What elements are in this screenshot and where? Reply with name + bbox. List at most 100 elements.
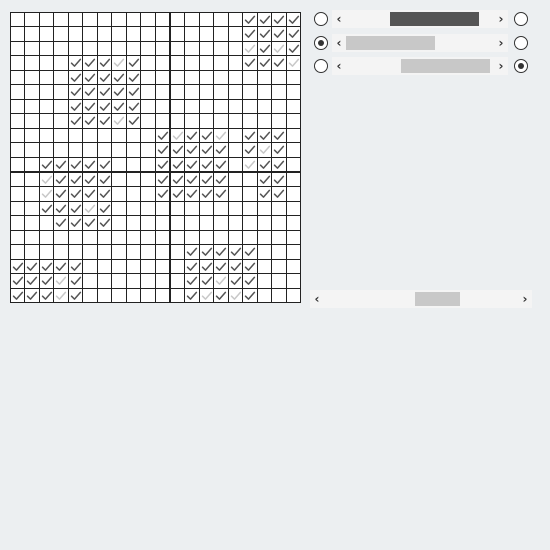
grid-checkbox[interactable] xyxy=(285,287,302,304)
grid-checkbox[interactable] xyxy=(24,244,40,260)
grid-checkbox[interactable] xyxy=(9,200,25,217)
grid-checkbox[interactable] xyxy=(184,215,200,231)
scroll-right-icon[interactable]: › xyxy=(494,34,508,52)
grid-checkbox[interactable] xyxy=(67,98,84,115)
grid-checkbox[interactable] xyxy=(242,287,258,304)
scroll-right-icon[interactable]: › xyxy=(518,290,532,308)
grid-checkbox[interactable] xyxy=(82,273,98,289)
grid-checkbox[interactable] xyxy=(53,26,69,42)
grid-checkbox[interactable] xyxy=(9,142,25,158)
grid-checkbox[interactable] xyxy=(53,40,69,57)
grid-checkbox[interactable] xyxy=(111,287,127,304)
grid-checkbox[interactable] xyxy=(125,229,142,246)
grid-checkbox[interactable] xyxy=(24,40,40,57)
grid-checkbox[interactable] xyxy=(82,186,98,202)
grid-checkbox[interactable] xyxy=(227,215,244,231)
grid-checkbox[interactable] xyxy=(125,142,142,158)
grid-checkbox[interactable] xyxy=(140,215,156,231)
grid-checkbox[interactable] xyxy=(271,26,287,42)
grid-checkbox[interactable] xyxy=(198,98,215,115)
grid-checkbox[interactable] xyxy=(111,69,127,86)
grid-checkbox[interactable] xyxy=(256,215,273,231)
grid-checkbox[interactable] xyxy=(96,244,113,260)
grid-checkbox[interactable] xyxy=(9,258,25,275)
grid-checkbox[interactable] xyxy=(111,142,127,158)
grid-checkbox[interactable] xyxy=(154,98,171,115)
radio-right-1[interactable] xyxy=(514,12,528,26)
grid-checkbox[interactable] xyxy=(198,229,215,246)
grid-checkbox[interactable] xyxy=(24,69,40,86)
grid-checkbox[interactable] xyxy=(111,244,127,260)
grid-checkbox[interactable] xyxy=(96,171,113,188)
grid-checkbox[interactable] xyxy=(154,55,171,71)
grid-checkbox[interactable] xyxy=(24,26,40,42)
grid-checkbox[interactable] xyxy=(169,142,186,158)
grid-checkbox[interactable] xyxy=(169,55,186,71)
grid-checkbox[interactable] xyxy=(96,186,113,202)
grid-checkbox[interactable] xyxy=(9,55,25,71)
grid-checkbox[interactable] xyxy=(24,11,40,27)
grid-checkbox[interactable] xyxy=(125,273,142,289)
grid-checkbox[interactable] xyxy=(67,229,84,246)
grid-checkbox[interactable] xyxy=(154,186,171,202)
grid-checkbox[interactable] xyxy=(96,287,113,304)
grid-checkbox[interactable] xyxy=(111,258,127,275)
grid-checkbox[interactable] xyxy=(125,55,142,71)
grid-checkbox[interactable] xyxy=(213,127,229,144)
grid-checkbox[interactable] xyxy=(96,156,113,173)
grid-checkbox[interactable] xyxy=(213,40,229,57)
grid-checkbox[interactable] xyxy=(125,156,142,173)
grid-checkbox[interactable] xyxy=(9,273,25,289)
grid-checkbox[interactable] xyxy=(227,171,244,188)
grid-checkbox[interactable] xyxy=(53,287,69,304)
grid-checkbox[interactable] xyxy=(9,287,25,304)
grid-checkbox[interactable] xyxy=(227,287,244,304)
grid-checkbox[interactable] xyxy=(96,11,113,27)
grid-checkbox[interactable] xyxy=(213,258,229,275)
grid-checkbox[interactable] xyxy=(285,171,302,188)
horizontal-scrollbar[interactable]: ‹ › xyxy=(310,290,532,308)
grid-checkbox[interactable] xyxy=(271,84,287,100)
grid-checkbox[interactable] xyxy=(169,113,186,129)
grid-checkbox[interactable] xyxy=(125,69,142,86)
grid-checkbox[interactable] xyxy=(67,40,84,57)
grid-checkbox[interactable] xyxy=(111,156,127,173)
grid-checkbox[interactable] xyxy=(9,69,25,86)
grid-checkbox[interactable] xyxy=(53,11,69,27)
grid-checkbox[interactable] xyxy=(140,287,156,304)
grid-checkbox[interactable] xyxy=(38,69,55,86)
grid-checkbox[interactable] xyxy=(53,200,69,217)
grid-checkbox[interactable] xyxy=(96,273,113,289)
grid-checkbox[interactable] xyxy=(169,127,186,144)
grid-checkbox[interactable] xyxy=(38,98,55,115)
grid-checkbox[interactable] xyxy=(271,55,287,71)
grid-checkbox[interactable] xyxy=(242,273,258,289)
grid-checkbox[interactable] xyxy=(271,229,287,246)
grid-checkbox[interactable] xyxy=(227,258,244,275)
grid-checkbox[interactable] xyxy=(67,186,84,202)
grid-checkbox[interactable] xyxy=(169,40,186,57)
grid-checkbox[interactable] xyxy=(256,186,273,202)
grid-checkbox[interactable] xyxy=(82,229,98,246)
scroll-left-icon[interactable]: ‹ xyxy=(332,34,346,52)
grid-checkbox[interactable] xyxy=(227,11,244,27)
grid-checkbox[interactable] xyxy=(111,200,127,217)
grid-checkbox[interactable] xyxy=(227,273,244,289)
radio-left-1[interactable] xyxy=(314,12,328,26)
grid-checkbox[interactable] xyxy=(53,156,69,173)
grid-checkbox[interactable] xyxy=(125,26,142,42)
grid-checkbox[interactable] xyxy=(111,229,127,246)
grid-checkbox[interactable] xyxy=(38,244,55,260)
grid-checkbox[interactable] xyxy=(9,244,25,260)
grid-checkbox[interactable] xyxy=(271,127,287,144)
grid-checkbox[interactable] xyxy=(38,55,55,71)
grid-checkbox[interactable] xyxy=(67,171,84,188)
grid-checkbox[interactable] xyxy=(24,200,40,217)
grid-checkbox[interactable] xyxy=(111,171,127,188)
grid-checkbox[interactable] xyxy=(111,84,127,100)
grid-checkbox[interactable] xyxy=(285,156,302,173)
scroll-left-icon[interactable]: ‹ xyxy=(310,290,324,308)
grid-checkbox[interactable] xyxy=(96,258,113,275)
grid-checkbox[interactable] xyxy=(53,127,69,144)
grid-checkbox[interactable] xyxy=(227,156,244,173)
